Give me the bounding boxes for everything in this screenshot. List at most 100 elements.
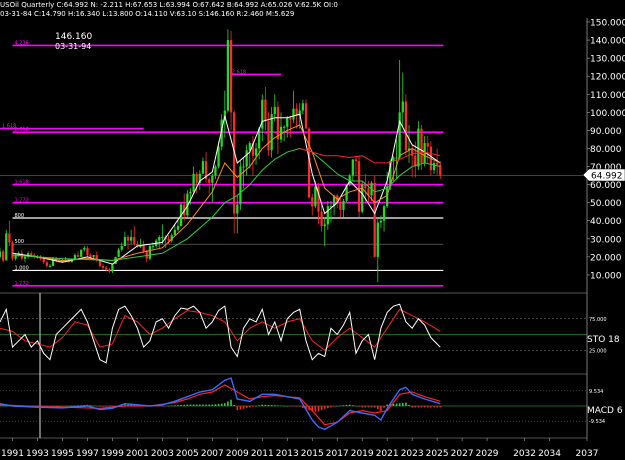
time-axis-label: 2021 <box>376 449 399 459</box>
macd-histogram-bar <box>220 403 223 406</box>
last-price-label: 64.992 <box>591 172 623 182</box>
macd-histogram-bar <box>270 405 273 406</box>
macd-histogram-bar <box>102 406 104 407</box>
macd-histogram-bar <box>205 404 207 406</box>
peak-date-label: 03-31-94 <box>55 42 91 51</box>
candle-body <box>83 247 86 250</box>
macd-histogram-bar <box>183 404 186 406</box>
candle-body <box>364 184 367 189</box>
macd-histogram-bar <box>170 405 173 407</box>
price-axis-label: 150.000 <box>590 19 625 29</box>
time-axis-label: 2034 <box>538 449 561 459</box>
macd-histogram-bar <box>208 404 210 406</box>
macd-histogram-bar <box>230 399 232 406</box>
candle-body <box>420 128 423 163</box>
fib-level-label: 1.272 <box>14 281 28 287</box>
candle-body <box>120 246 123 250</box>
time-axis-label: 2037 <box>576 449 599 459</box>
time-axis-label: 1991 <box>1 449 24 459</box>
fib-level-label: 1.618 <box>14 180 28 186</box>
macd-histogram-bar <box>327 406 329 409</box>
candle-body <box>292 108 295 120</box>
candle-body <box>395 157 398 159</box>
candle-body <box>167 238 170 241</box>
time-axis-label: 2003 <box>151 449 174 459</box>
macd-histogram-bar <box>292 406 295 407</box>
candle-body <box>142 246 145 252</box>
candle-body <box>126 236 130 241</box>
candle-body <box>80 249 83 257</box>
candle-body <box>101 265 105 268</box>
candle-body <box>105 267 108 270</box>
macd-histogram-bar <box>74 405 76 407</box>
candle-body <box>326 206 329 225</box>
candle-body <box>267 121 270 151</box>
last-price-marker: 64.992 <box>582 168 625 182</box>
macd-histogram-bar <box>217 403 220 406</box>
macd-histogram-bar <box>108 406 111 407</box>
macd-histogram-bar <box>236 406 239 411</box>
macd-histogram-bar <box>398 403 401 406</box>
macd-histogram-bar <box>420 406 423 408</box>
candle-body <box>8 233 11 243</box>
candle-body <box>233 112 236 214</box>
time-axis-label: 2009 <box>226 449 249 459</box>
macd-histogram-bar <box>245 406 248 409</box>
macd-histogram-bar <box>295 406 298 407</box>
macd-histogram-bar <box>224 403 226 406</box>
macd-histogram-bar <box>255 406 257 407</box>
macd-histogram-bar <box>174 405 176 406</box>
candle-body <box>130 236 133 241</box>
time-axis-label: 2007 <box>201 449 224 459</box>
price-axis-label: 90.000 <box>590 127 622 137</box>
candle-body <box>108 269 111 272</box>
candle-body <box>304 103 308 129</box>
price-axis-label: 30.000 <box>590 235 622 245</box>
time-axis-label: 2025 <box>426 449 449 459</box>
time-axis-label: 1999 <box>101 449 124 459</box>
macd-panel-label: MACD 6 <box>587 406 623 416</box>
macd-histogram-bar <box>339 405 342 407</box>
macd-histogram-bar <box>358 406 360 407</box>
peak-value-label: 146.160 <box>55 32 92 42</box>
macd-histogram-bar <box>348 404 351 406</box>
candle-body <box>195 173 198 183</box>
candle-body <box>426 143 429 147</box>
price-chart[interactable]: 4.2362.6181.6182.6181.6181.2721.2728001.… <box>0 0 625 460</box>
macd-histogram-bar <box>439 406 442 408</box>
time-axis-label: 2027 <box>451 449 474 459</box>
sto-d-line <box>0 308 441 351</box>
macd-layer: 9.534 -9.534 <box>0 377 605 431</box>
time-axis-label: 2001 <box>126 449 149 459</box>
macd-histogram-bar <box>323 406 326 409</box>
macd-histogram-bar <box>283 405 285 407</box>
macd-histogram-bar <box>411 406 413 408</box>
macd-histogram-bar <box>167 405 170 407</box>
macd-histogram-bar <box>267 404 270 406</box>
macd-histogram-bar <box>364 406 367 408</box>
candle-body <box>357 161 361 212</box>
macd-histogram-bar <box>289 406 292 407</box>
price-axis-label: 120.000 <box>590 73 625 83</box>
price-axis-label: 130.000 <box>590 55 625 65</box>
candle-body <box>226 40 230 111</box>
macd-histogram-bar <box>383 406 385 408</box>
fib-level-label: 2.618 <box>232 69 246 75</box>
fib-level-label: 4.236 <box>14 40 28 46</box>
candle-body <box>320 211 323 227</box>
macd-histogram-bar <box>199 404 201 406</box>
candle-body <box>76 255 80 257</box>
macd-histogram-bar <box>336 406 339 407</box>
macd-histogram-bar <box>377 406 379 410</box>
time-axis-label: 2023 <box>401 449 424 459</box>
candle-body <box>398 112 401 158</box>
macd-histogram-bar <box>214 404 217 406</box>
price-axis-label: 50.000 <box>590 199 622 209</box>
candle-body <box>23 256 27 259</box>
macd-histogram-bar <box>408 404 410 406</box>
candle-body <box>373 182 376 257</box>
fib-level-label: 1.272 <box>14 198 28 204</box>
macd-histogram-bar <box>202 404 204 406</box>
price-axis-label: 60.000 <box>590 181 622 191</box>
candle-body <box>242 166 245 168</box>
